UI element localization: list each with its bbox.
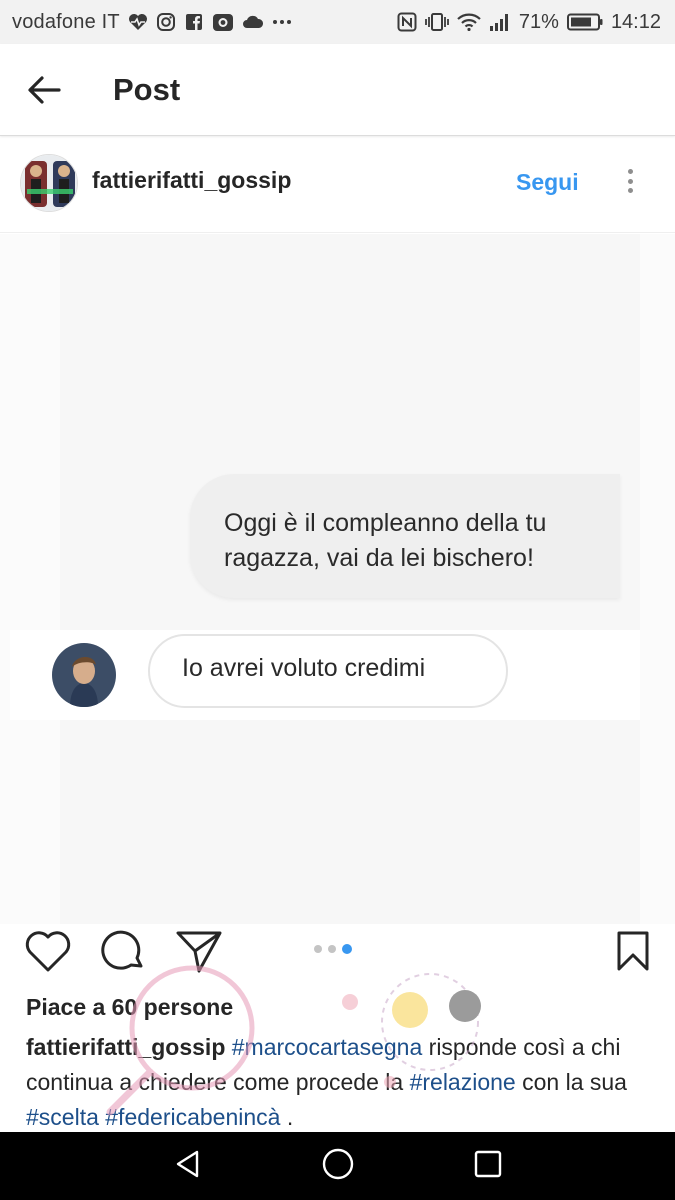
- more-vertical-icon: [627, 169, 633, 174]
- caption-text: .: [280, 1104, 294, 1130]
- post-caption: fattierifatti_gossip #marcocartasegna ri…: [26, 1030, 656, 1135]
- sent-message-bubble: Oggi è il compleanno della tu ragazza, v…: [190, 474, 620, 598]
- likes-count[interactable]: Piace a 60 persone: [26, 994, 233, 1021]
- arrow-left-icon: [27, 75, 61, 110]
- caption-username[interactable]: fattierifatti_gossip: [26, 1034, 225, 1060]
- more-vertical-icon: [627, 178, 633, 184]
- status-right: 71% 14:12: [397, 0, 661, 44]
- vibrate-icon: [425, 12, 449, 32]
- hashtag-link[interactable]: #relazione: [410, 1069, 516, 1095]
- reply-avatar: [52, 643, 116, 707]
- carousel-dot: [328, 945, 336, 953]
- post-header: fattierifatti_gossip Segui: [0, 137, 675, 233]
- more-options-button[interactable]: [616, 161, 644, 201]
- nfc-icon: [397, 12, 417, 32]
- camera-app-icon: [212, 12, 234, 32]
- app-bar: Post: [0, 44, 675, 136]
- signal-icon: [489, 13, 511, 31]
- nav-home-button[interactable]: [318, 1146, 358, 1186]
- send-icon: [175, 929, 223, 978]
- battery-percent: 71%: [518, 10, 559, 33]
- facebook-icon: [184, 12, 204, 32]
- hashtag-link[interactable]: #scelta: [26, 1104, 99, 1130]
- battery-icon: [566, 13, 603, 31]
- post-media[interactable]: Oggi è il compleanno della tu ragazza, v…: [0, 234, 675, 924]
- hashtag-link[interactable]: #marcocartasegna: [232, 1034, 423, 1060]
- status-left: vodafone IT: [12, 0, 292, 44]
- status-bar: vodafone IT 71% 14:12: [0, 0, 675, 44]
- page-title: Post: [113, 72, 181, 107]
- comment-icon: [101, 928, 147, 979]
- more-notifications-icon: [272, 19, 292, 25]
- carrier-name: vodafone IT: [12, 10, 120, 33]
- more-vertical-icon: [627, 188, 633, 193]
- post-actions: [0, 924, 675, 984]
- nav-recents-button[interactable]: [468, 1146, 508, 1186]
- carousel-dot: [314, 945, 322, 953]
- reply-message-bubble: Io avrei voluto credimi: [148, 634, 508, 708]
- recents-square-icon: [472, 1148, 504, 1185]
- share-button[interactable]: [174, 928, 224, 978]
- hashtag-link[interactable]: #federicabenincà: [105, 1104, 280, 1130]
- clock: 14:12: [610, 10, 661, 33]
- sent-message-text: Oggi è il compleanno della tu ragazza, v…: [224, 509, 547, 572]
- like-button[interactable]: [23, 928, 73, 978]
- heart-icon: [24, 929, 72, 978]
- caption-text: con la sua: [515, 1069, 627, 1095]
- wifi-icon: [457, 13, 481, 31]
- reply-message-text: Io avrei voluto credimi: [182, 654, 426, 682]
- system-nav-bar: [0, 1132, 675, 1200]
- profile-avatar[interactable]: [20, 154, 78, 212]
- follow-button[interactable]: Segui: [516, 169, 579, 196]
- carousel-dot-active: [342, 944, 352, 954]
- nav-back-button[interactable]: [168, 1146, 208, 1186]
- comment-button[interactable]: [99, 928, 149, 978]
- home-circle-icon: [321, 1147, 355, 1186]
- back-triangle-icon: [172, 1148, 204, 1185]
- bookmark-icon: [615, 930, 651, 977]
- instagram-icon: [156, 12, 176, 32]
- post-username[interactable]: fattierifatti_gossip: [92, 167, 291, 194]
- cloud-icon: [242, 14, 264, 30]
- carousel-indicator: [314, 944, 352, 954]
- save-button[interactable]: [608, 928, 658, 978]
- heart-monitor-icon: [128, 13, 148, 31]
- back-button[interactable]: [22, 70, 66, 114]
